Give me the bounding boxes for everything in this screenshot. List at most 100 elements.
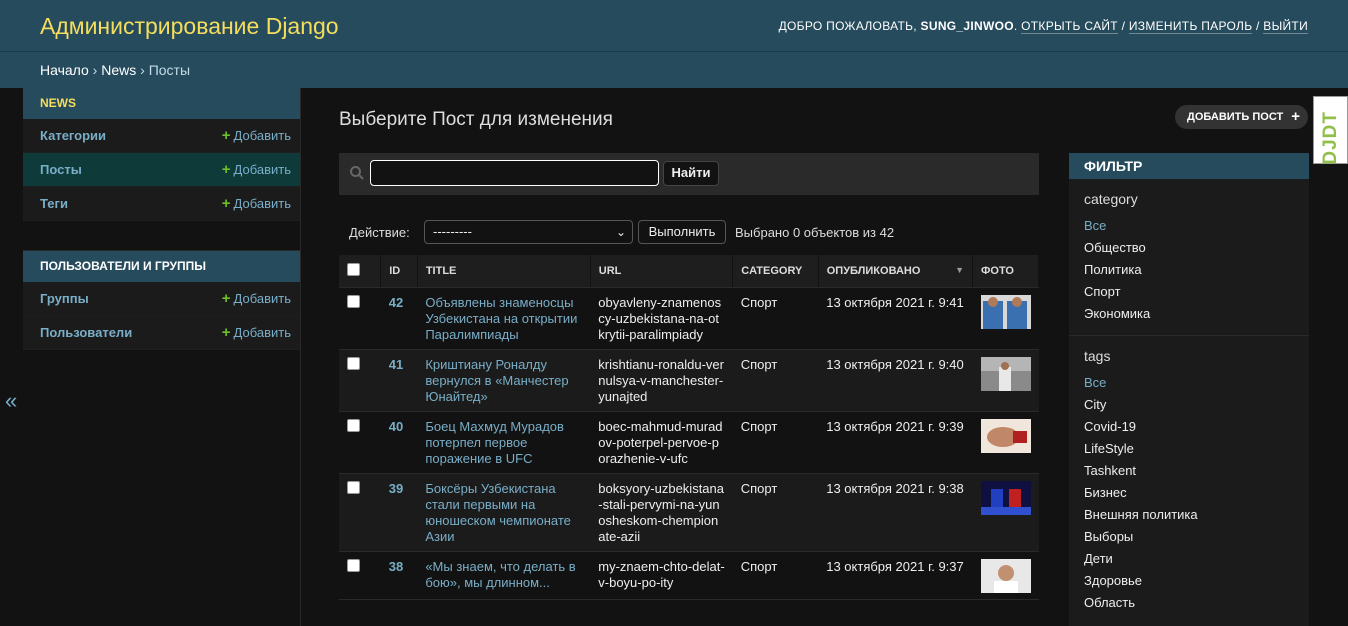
row-title-link[interactable]: Боксёры Узбекистана стали первыми на юно… (425, 481, 571, 544)
search-button[interactable]: Найти (663, 161, 719, 186)
filter-option[interactable]: Спорт (1084, 281, 1309, 303)
sidebar-item-label[interactable]: Посты (40, 162, 82, 177)
filter-option[interactable]: Общество (1084, 237, 1309, 259)
sidebar-item-label[interactable]: Пользователи (40, 325, 132, 340)
row-checkbox[interactable] (347, 481, 360, 494)
app-caption-auth[interactable]: Пользователи и группы (23, 251, 300, 282)
row-title-link[interactable]: Объявлены знаменосцы Узбекистана на откр… (425, 295, 577, 342)
row-title-link[interactable]: «Мы знаем, что делать в бою», мы длинном… (425, 559, 575, 590)
row-id-link[interactable]: 40 (389, 419, 403, 434)
filter-option[interactable]: Дети (1084, 548, 1309, 570)
filter-option[interactable]: Tashkent (1084, 460, 1309, 482)
filter-heading-tags: tags (1084, 348, 1111, 364)
view-site-link[interactable]: Открыть сайт (1021, 19, 1118, 34)
column-header-photo[interactable]: Фото (972, 255, 1039, 288)
sidebar-item-label[interactable]: Категории (40, 128, 106, 143)
welcome-text: Добро пожаловать, (778, 19, 917, 33)
actions-bar: Действие: --------- ⌄ Выполнить Выбрано … (339, 219, 1039, 245)
filter-option[interactable]: Политика (1084, 259, 1309, 281)
logout-link[interactable]: Выйти (1263, 19, 1308, 34)
sidebar-item-categories[interactable]: Категории + Добавить (23, 119, 300, 153)
filter-option[interactable]: Выборы (1084, 526, 1309, 548)
sidebar-item-groups[interactable]: Группы + Добавить (23, 282, 300, 316)
nav-sidebar: News Категории + Добавить Посты + Добавить… (23, 88, 301, 626)
search-toolbar: Найти (339, 153, 1039, 195)
row-published: 13 октября 2021 г. 9:40 (818, 349, 973, 412)
add-tag-link[interactable]: + Добавить (222, 187, 291, 220)
row-category: Спорт (732, 551, 819, 600)
row-id-link[interactable]: 39 (389, 481, 403, 496)
row-published: 13 октября 2021 г. 9:41 (818, 287, 973, 350)
row-title-link[interactable]: Криштиану Роналду вернулся в «Манчестер … (425, 357, 568, 404)
post-photo-thumbnail (980, 419, 1031, 453)
add-post-label: Добавить Пост (1187, 111, 1284, 123)
toggle-nav-sidebar[interactable]: « (0, 88, 24, 626)
plus-icon: + (1291, 108, 1300, 125)
sidebar-item-label[interactable]: Группы (40, 291, 89, 306)
page-title: Выберите Пост для изменения (339, 109, 613, 130)
row-id-link[interactable]: 42 (389, 295, 403, 310)
action-select[interactable]: --------- ⌄ (424, 220, 633, 244)
column-header-url[interactable]: URL (590, 255, 734, 288)
filter-option[interactable]: Область (1084, 592, 1309, 614)
filter-option[interactable]: City (1084, 394, 1309, 416)
sidebar-item-users[interactable]: Пользователи + Добавить (23, 316, 300, 350)
breadcrumb-home[interactable]: Начало (40, 62, 89, 78)
add-post-button[interactable]: Добавить Пост + (1175, 105, 1308, 129)
search-input[interactable] (370, 160, 659, 186)
select-all-column[interactable] (339, 255, 382, 288)
column-header-id[interactable]: ID (380, 255, 418, 288)
breadcrumb-news[interactable]: News (101, 62, 136, 78)
sidebar-item-posts[interactable]: Посты + Добавить (23, 153, 300, 187)
collapse-sidebar-icon[interactable]: « (5, 388, 17, 414)
post-photo-thumbnail (980, 295, 1031, 329)
column-header-published[interactable]: Опубликовано ▼ (818, 255, 974, 288)
column-header-title[interactable]: Title (417, 255, 591, 288)
row-checkbox[interactable] (347, 419, 360, 432)
filter-option[interactable]: LifeStyle (1084, 438, 1309, 460)
table-header-row: ID Title URL Category Опубликовано ▼ Фото (339, 255, 1039, 288)
add-user-link[interactable]: + Добавить (222, 316, 291, 349)
action-label: Действие: (349, 225, 410, 240)
site-branding[interactable]: Администрирование Django (40, 13, 339, 40)
row-id-link[interactable]: 41 (389, 357, 403, 372)
table-row: 40 Боец Махмуд Мурадов потерпел первое п… (339, 411, 1039, 474)
column-header-category[interactable]: Category (732, 255, 819, 288)
filter-title: Фильтр (1069, 153, 1309, 179)
select-all-checkbox[interactable] (347, 263, 360, 276)
filter-option[interactable]: Бизнес (1084, 482, 1309, 504)
row-checkbox[interactable] (347, 295, 360, 308)
username: sung_jinwoo (920, 19, 1014, 33)
row-checkbox[interactable] (347, 559, 360, 572)
filter-option[interactable]: Все (1084, 215, 1309, 237)
post-photo-thumbnail (980, 357, 1031, 391)
sort-desc-icon[interactable]: ▼ (955, 265, 964, 275)
filter-option[interactable]: Covid-19 (1084, 416, 1309, 438)
filter-option[interactable]: Здоровье (1084, 570, 1309, 592)
row-published: 13 октября 2021 г. 9:37 (818, 551, 973, 600)
add-post-link[interactable]: + Добавить (222, 153, 291, 186)
sidebar-item-label[interactable]: Теги (40, 196, 68, 211)
row-title-link[interactable]: Боец Махмуд Мурадов потерпел первое пора… (425, 419, 564, 466)
row-category: Спорт (732, 287, 819, 350)
row-id-link[interactable]: 38 (389, 559, 403, 574)
row-url: boec-mahmud-muradov-poterpel-pervoe-pora… (590, 411, 733, 474)
action-counter: Выбрано 0 объектов из 42 (735, 225, 895, 240)
filter-heading-category: category (1084, 191, 1138, 207)
app-caption-news[interactable]: News (23, 88, 300, 119)
run-action-button[interactable]: Выполнить (638, 220, 726, 244)
table-row: 38 «Мы знаем, что делать в бою», мы длин… (339, 551, 1039, 600)
change-password-link[interactable]: Изменить пароль (1128, 19, 1253, 34)
add-group-link[interactable]: + Добавить (222, 282, 291, 315)
filter-list-tags: Все City Covid-19 LifeStyle Tashkent Биз… (1069, 372, 1309, 620)
filter-option[interactable]: Экономика (1084, 303, 1309, 325)
filter-option[interactable]: Все (1084, 372, 1309, 394)
sidebar-item-tags[interactable]: Теги + Добавить (23, 187, 300, 221)
row-checkbox[interactable] (347, 357, 360, 370)
add-category-link[interactable]: + Добавить (222, 119, 291, 152)
filter-list-category: Все Общество Политика Спорт Экономика (1069, 215, 1309, 331)
row-category: Спорт (732, 411, 819, 474)
djdt-label: DJDT (1320, 111, 1341, 165)
filter-option[interactable]: Внешняя политика (1084, 504, 1309, 526)
debug-toolbar-handle[interactable]: DJDT (1313, 96, 1348, 165)
